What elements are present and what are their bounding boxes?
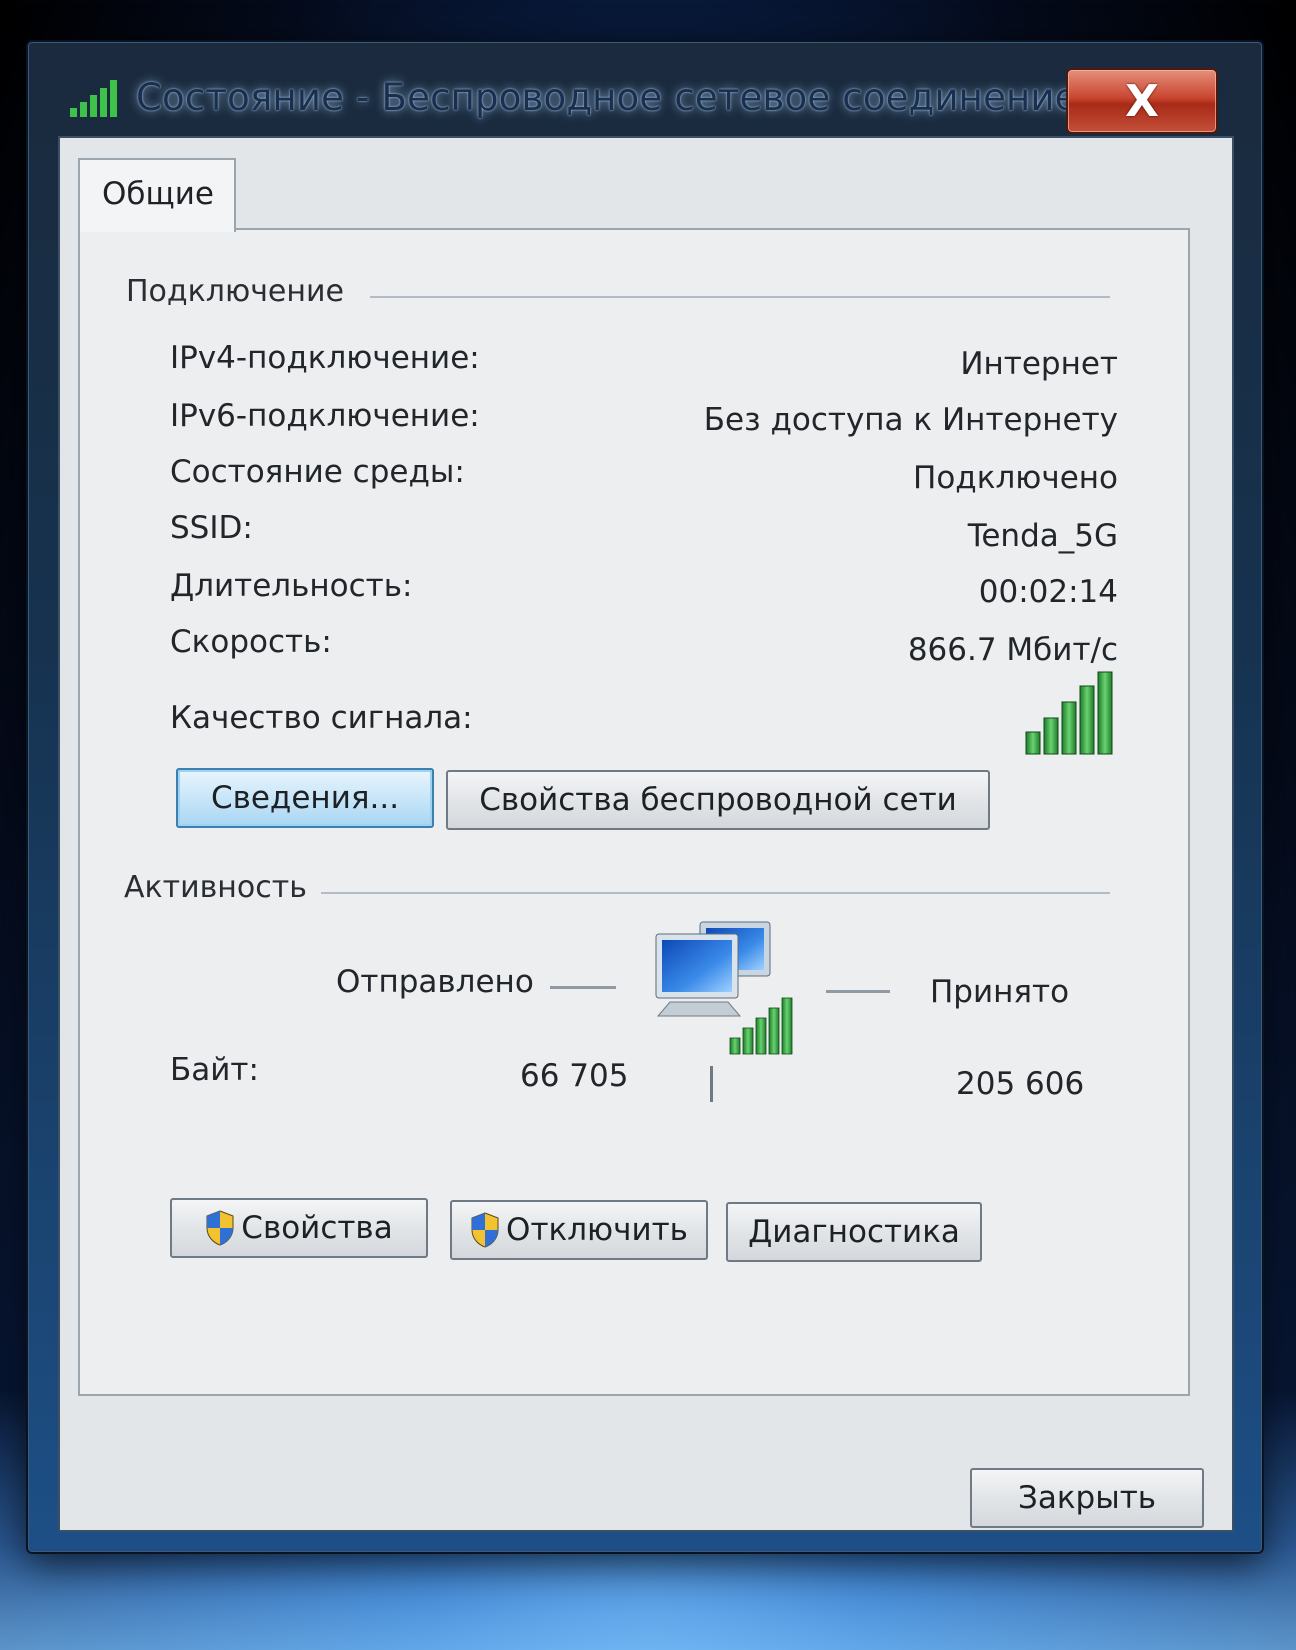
diagnose-button[interactable]: Диагностика: [726, 1202, 982, 1262]
window-title: Состояние - Беспроводное сетевое соедине…: [136, 76, 1078, 119]
received-label: Принято: [930, 974, 1070, 1010]
title-bar[interactable]: Состояние - Беспроводное сетевое соедине…: [28, 42, 1262, 142]
speed-label: Скорость:: [170, 624, 332, 660]
status-dialog: Состояние - Беспроводное сетевое соедине…: [26, 40, 1264, 1554]
uac-shield-icon: [206, 1210, 234, 1246]
sent-label: Отправлено: [336, 964, 534, 1000]
close-window-button[interactable]: X: [1066, 68, 1218, 134]
duration-value: 00:02:14: [978, 574, 1118, 610]
dialog-client-area: Общие Подключение IPv4-подключение: Инте…: [58, 136, 1234, 1532]
tab-general-label: Общие: [102, 176, 214, 212]
connection-group-line: [370, 296, 1110, 298]
ipv6-label: IPv6-подключение:: [170, 398, 480, 434]
properties-button[interactable]: Свойства: [170, 1198, 428, 1258]
disable-button[interactable]: Отключить: [450, 1200, 708, 1260]
bytes-divider: [710, 1066, 713, 1102]
tab-general[interactable]: Общие: [78, 158, 236, 232]
close-button[interactable]: Закрыть: [970, 1468, 1204, 1528]
ipv6-value: Без доступа к Интернету: [703, 402, 1118, 438]
wifi-signal-icon: [70, 80, 117, 117]
media-state-value: Подключено: [913, 460, 1118, 496]
properties-button-label: Свойства: [241, 1210, 393, 1246]
ssid-label: SSID:: [170, 510, 253, 546]
bytes-received-value: 205 606: [956, 1066, 1085, 1102]
ssid-value: Tenda_5G: [967, 518, 1118, 554]
bytes-sent-value: 66 705: [520, 1058, 629, 1094]
speed-value: 866.7 Мбит/с: [907, 632, 1118, 668]
sent-line: [550, 986, 616, 989]
general-tab-panel: Подключение IPv4-подключение: Интернет I…: [78, 228, 1190, 1396]
activity-group-line: [320, 892, 1110, 894]
bytes-label: Байт:: [170, 1052, 259, 1088]
activity-group-title: Активность: [124, 870, 321, 905]
close-icon: X: [1125, 75, 1159, 127]
received-line: [826, 990, 890, 993]
duration-label: Длительность:: [170, 568, 413, 604]
media-state-label: Состояние среды:: [170, 454, 465, 490]
ipv4-value: Интернет: [960, 346, 1118, 382]
details-button[interactable]: Сведения...: [176, 768, 434, 828]
wireless-properties-button[interactable]: Свойства беспроводной сети: [446, 770, 990, 830]
signal-quality-label: Качество сигнала:: [170, 700, 473, 736]
signal-strength-icon: [1025, 671, 1113, 755]
network-computer-icon: [655, 921, 793, 1055]
connection-group-title: Подключение: [126, 274, 358, 309]
disable-button-label: Отключить: [506, 1212, 688, 1248]
ipv4-label: IPv4-подключение:: [170, 340, 480, 376]
uac-shield-icon: [471, 1212, 499, 1248]
